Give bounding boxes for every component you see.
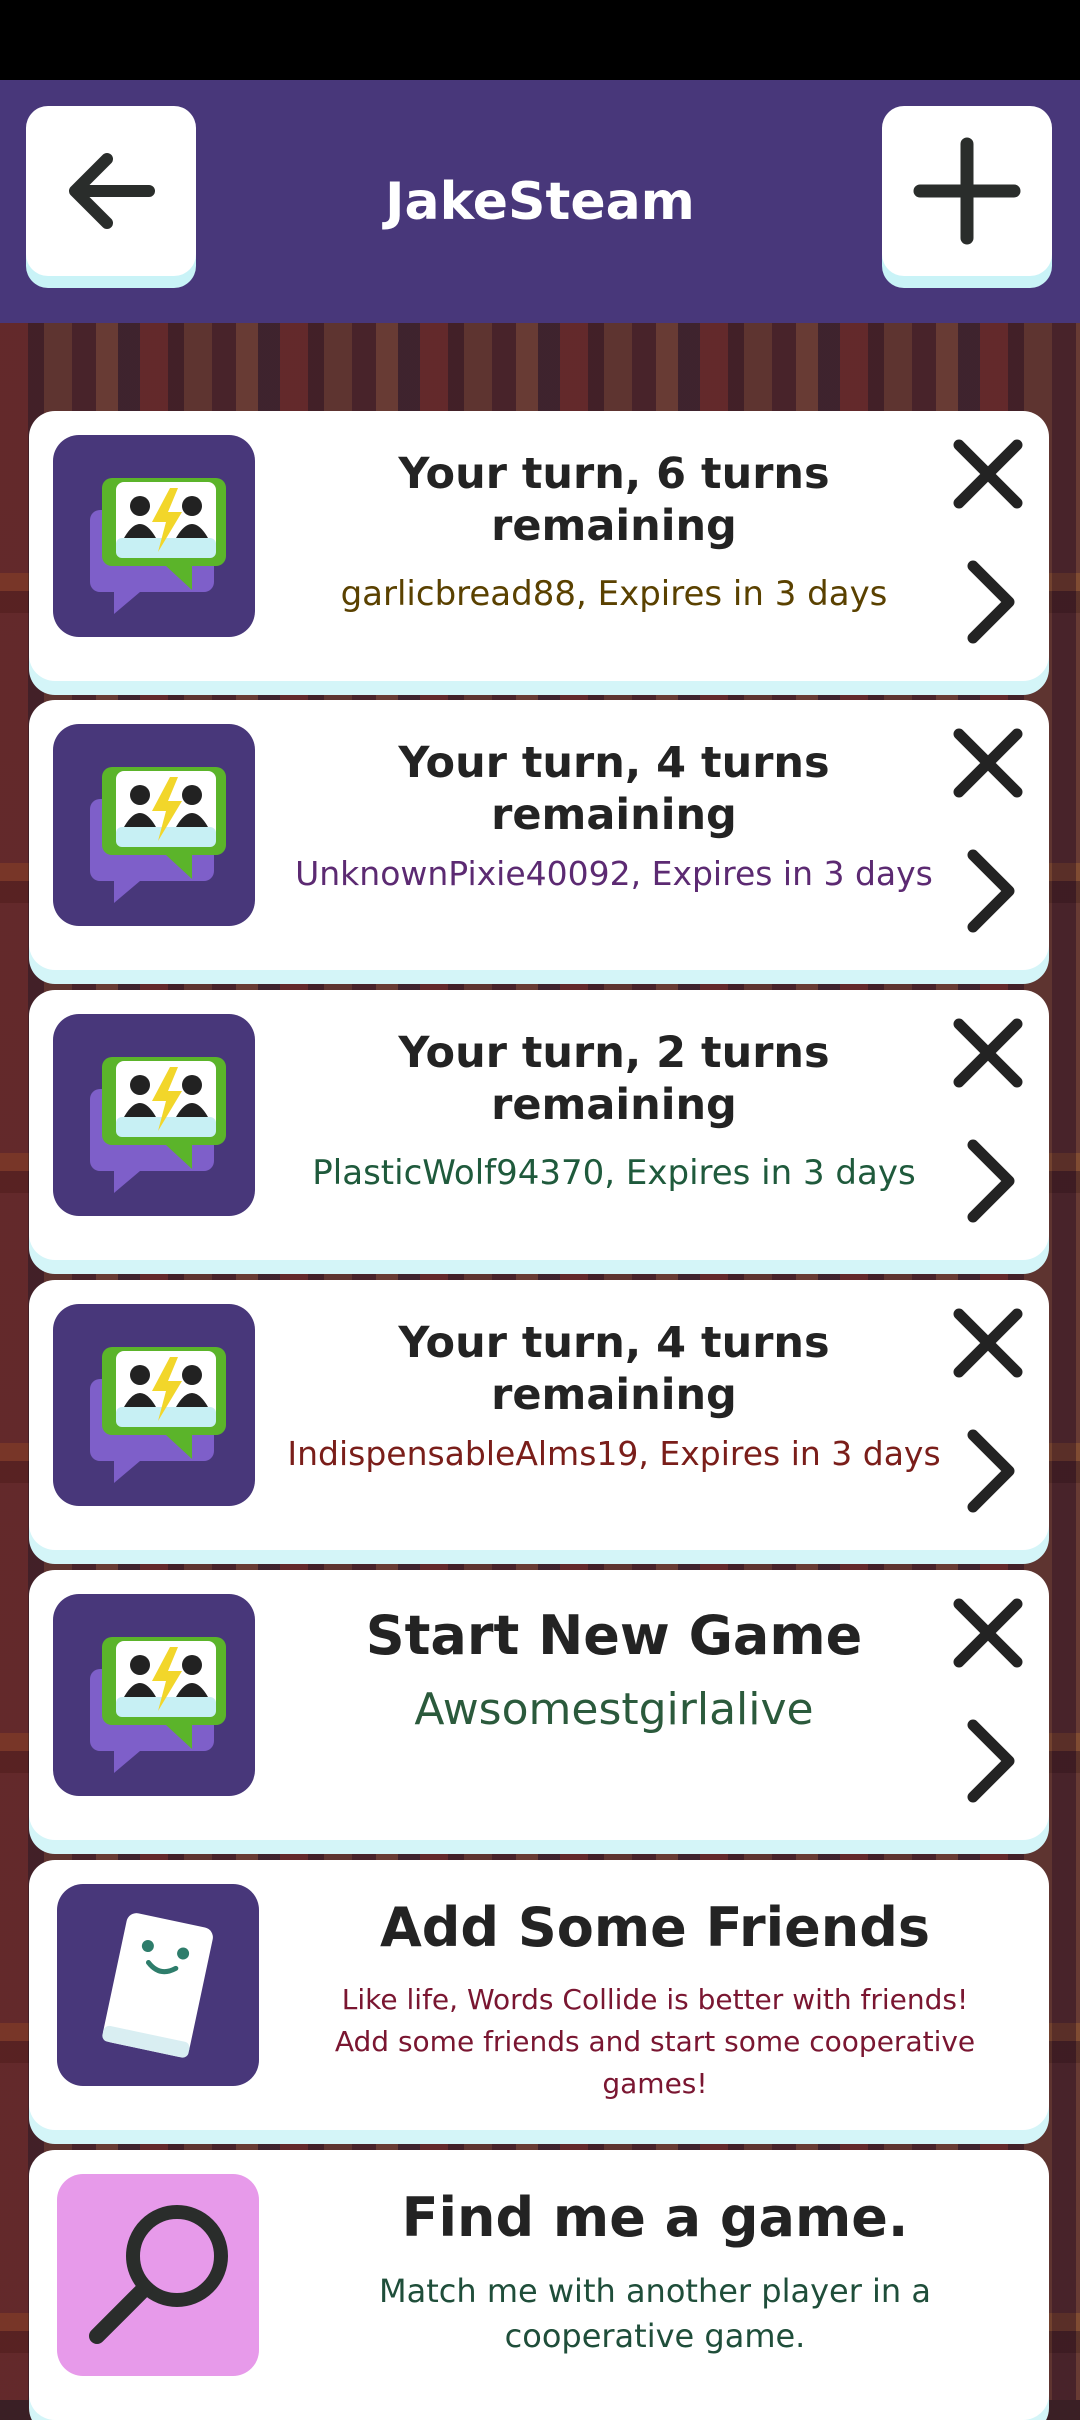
game-card[interactable]: Your turn, 4 turns remaining UnknownPixi…: [29, 700, 1049, 970]
turn-status: Your turn, 4 turns remaining: [398, 1318, 830, 1420]
turn-status: Your turn, 4 turns remaining: [398, 738, 830, 840]
find-game-info: Find me a game. Match me with another pl…: [285, 2186, 1025, 2360]
new-game-info: Start New Game Awsomestgirlalive: [281, 1604, 947, 1741]
status-bar: [0, 0, 1080, 80]
opponent-name: Awsomestgirlalive: [414, 1683, 814, 1735]
opponent-expiry: garlicbread88, Expires in 3 days: [340, 574, 888, 615]
chevron-right-icon[interactable]: [961, 1425, 1021, 1517]
game-card[interactable]: Your turn, 2 turns remaining PlasticWolf…: [29, 990, 1049, 1260]
close-icon[interactable]: [947, 433, 1029, 515]
chevron-right-icon[interactable]: [961, 1715, 1021, 1807]
find-game-card[interactable]: Find me a game. Match me with another pl…: [29, 2150, 1049, 2420]
opponent-expiry: UnknownPixie40092, Expires in 3 days: [295, 854, 933, 894]
new-game-title: Start New Game: [365, 1604, 863, 1667]
opponent-expiry: PlasticWolf94370, Expires in 3 days: [312, 1153, 916, 1194]
game-card[interactable]: Your turn, 4 turns remaining Indispensab…: [29, 1280, 1049, 1550]
game-chat-icon: [53, 435, 255, 637]
opponent-expiry: IndispensableAlms19, Expires in 3 days: [287, 1434, 941, 1474]
close-icon[interactable]: [947, 1592, 1029, 1674]
friends-line-1: Like life, Words Collide is better with …: [341, 1982, 969, 2016]
game-info: Your turn, 2 turns remaining PlasticWolf…: [281, 1028, 947, 1197]
magnifier-icon: [57, 2174, 259, 2376]
add-friends-info: Add Some Friends Like life, Words Collid…: [285, 1896, 1025, 2105]
top-bar: JakeSteam: [0, 80, 1080, 323]
plus-icon: [913, 137, 1021, 245]
game-chat-icon: [53, 724, 255, 926]
game-card[interactable]: Your turn, 6 turns remaining garlicbread…: [29, 411, 1049, 681]
close-icon[interactable]: [947, 1302, 1029, 1384]
chevron-right-icon[interactable]: [961, 556, 1021, 648]
arrow-left-icon: [69, 153, 155, 229]
smiling-card-icon: [57, 1884, 259, 2086]
game-chat-icon: [53, 1594, 255, 1796]
chevron-right-icon[interactable]: [961, 1135, 1021, 1227]
find-game-title: Find me a game.: [401, 2186, 909, 2249]
back-button[interactable]: [26, 106, 196, 276]
start-new-game-card[interactable]: Start New Game Awsomestgirlalive: [29, 1570, 1049, 1840]
chevron-right-icon[interactable]: [961, 845, 1021, 937]
add-friends-title: Add Some Friends: [379, 1896, 931, 1959]
game-info: Your turn, 4 turns remaining Indispensab…: [281, 1318, 947, 1478]
close-icon[interactable]: [947, 722, 1029, 804]
add-game-button[interactable]: [882, 106, 1052, 276]
turn-status: Your turn, 6 turns remaining: [398, 449, 830, 551]
add-friends-card[interactable]: Add Some Friends Like life, Words Collid…: [29, 1860, 1049, 2130]
game-chat-icon: [53, 1014, 255, 1216]
find-game-description: Match me with another player in a cooper…: [379, 2271, 931, 2356]
close-icon[interactable]: [947, 1012, 1029, 1094]
game-info: Your turn, 6 turns remaining garlicbread…: [281, 449, 947, 618]
game-info: Your turn, 4 turns remaining UnknownPixi…: [281, 738, 947, 898]
turn-status: Your turn, 2 turns remaining: [398, 1028, 830, 1130]
game-chat-icon: [53, 1304, 255, 1506]
friends-line-2: Add some friends and start some cooperat…: [334, 2024, 976, 2100]
